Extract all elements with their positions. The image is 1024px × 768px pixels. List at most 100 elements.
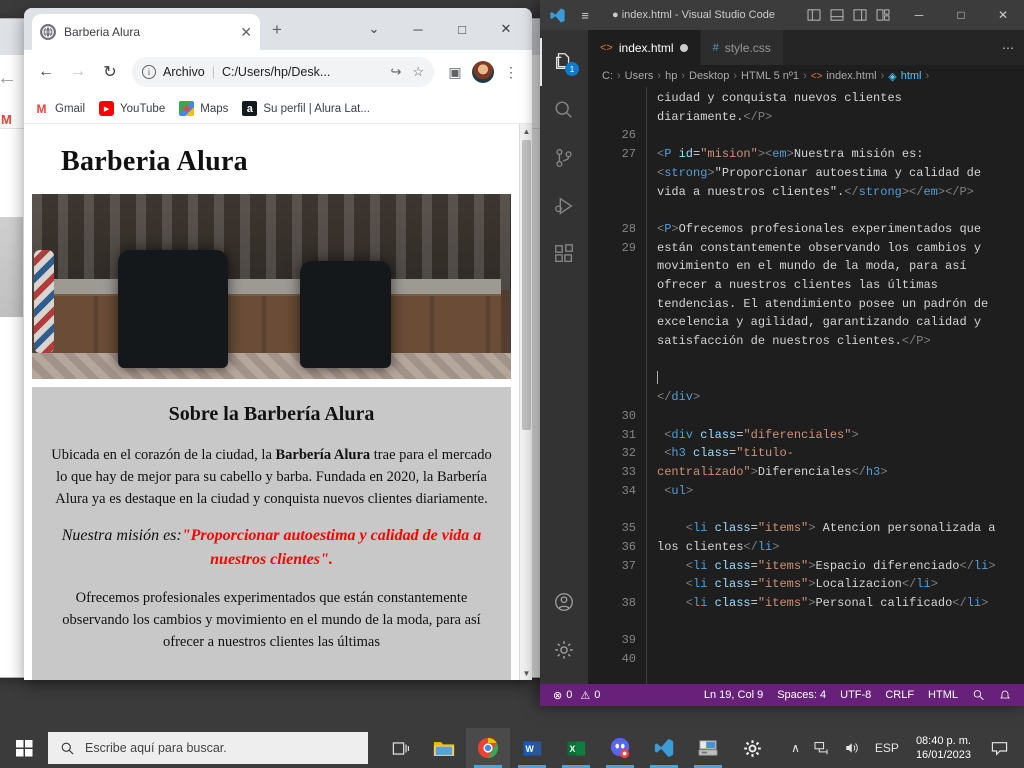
vscode-icon[interactable] [642,728,686,768]
extensions-icon[interactable] [540,230,588,278]
notification-center-icon[interactable] [981,741,1018,756]
page-scrollbar[interactable]: ▲ ▼ [519,124,532,680]
avatar[interactable] [472,61,494,83]
feedback-smiley-icon[interactable] [965,689,992,702]
site-info-icon[interactable]: i [142,65,156,79]
vscode-close-button[interactable]: ✕ [982,0,1024,30]
account-icon[interactable] [540,578,588,626]
breadcrumb-item[interactable]: HTML 5 nº1 [741,70,799,82]
unsaved-dot-icon [679,44,688,52]
globe-icon [40,24,56,40]
panel-left-icon[interactable] [807,9,821,21]
source-control-icon[interactable] [540,134,588,182]
explorer-icon[interactable]: 1 [540,38,588,86]
vscode-minimize-button[interactable]: ─ [898,0,940,30]
scroll-down-arrow-icon[interactable]: ▼ [520,666,532,680]
editor-actions-more-icon[interactable]: ⋯ [992,30,1024,65]
address-bar[interactable]: i Archivo | C:/Users/hp/Desk... ↪ ☆ [132,57,434,87]
vscode-maximize-button[interactable]: □ [940,0,982,30]
search-icon[interactable] [540,86,588,134]
breadcrumb-item[interactable]: Desktop [689,70,729,82]
breadcrumb-item[interactable]: Users [625,70,654,82]
layout-grid-icon[interactable] [876,9,890,21]
side-panel-icon[interactable]: ▣ [442,59,468,85]
line-number [588,575,636,594]
clock[interactable]: 08:40 p. m. 16/01/2023 [906,734,981,762]
line-number: 37 [621,558,636,573]
chevron-up-icon[interactable]: ∧ [784,728,807,768]
line-number [588,257,636,276]
code-content[interactable]: ciudad y conquista nuevos clientes diari… [646,87,1024,684]
word-icon[interactable]: W [510,728,554,768]
language-mode-status[interactable]: HTML [921,689,965,701]
eol-status[interactable]: CRLF [878,689,921,701]
indentation-status[interactable]: Spaces: 4 [770,689,833,701]
bookmark-youtube[interactable]: ▶ YouTube [99,101,165,116]
settings-gear-icon[interactable] [540,626,588,674]
share-icon[interactable]: ↪ [390,64,401,80]
close-button[interactable]: ✕ [484,14,528,44]
tab-close-icon[interactable]: ✕ [240,25,252,39]
clock-time: 08:40 p. m. [915,735,971,747]
settings-gear-icon[interactable] [730,728,774,768]
scroll-up-arrow-icon[interactable]: ▲ [520,124,532,138]
problems-status[interactable]: ⊗ 0 ⚠ 0 [546,689,607,702]
notifications-bell-icon[interactable] [992,689,1018,702]
bookmark-maps[interactable]: ◉ Maps [179,101,228,116]
task-view-icon[interactable] [378,728,422,768]
volume-icon[interactable] [837,728,868,768]
line-number: 38 [621,595,636,610]
run-debug-icon[interactable] [540,182,588,230]
tab-search-chevron-icon[interactable]: ⌄ [352,14,396,44]
breadcrumb-item[interactable]: index.html [826,70,876,82]
line-number [588,164,636,183]
line-number [588,388,636,407]
vscode-body: 1 <> index.html # style.css ⋯ C: › Users… [540,30,1024,684]
language-indicator[interactable]: ESP [868,728,906,768]
excel-icon[interactable]: X [554,728,598,768]
chrome-icon[interactable] [466,728,510,768]
browser-tab-barberia-alura[interactable]: Barberia Alura ✕ [32,14,260,50]
code-editor[interactable]: 26 27 28 29 30 31 32 33 34 35 36 37 38 3… [588,87,1024,684]
system-tray: ∧ ESP 08:40 p. m. 16/01/2023 [784,728,1024,768]
line-number: 33 [621,465,636,480]
chrome-browser-window: Barberia Alura ✕ + ⌄ ─ □ ✕ ← → ↻ i Archi… [24,8,532,680]
scrollbar-thumb[interactable] [522,140,531,430]
file-explorer-icon[interactable] [422,728,466,768]
encoding-status[interactable]: UTF-8 [833,689,878,701]
breadcrumb-item[interactable]: html [901,70,922,82]
search-input[interactable]: Escribe aquí para buscar. [48,732,368,764]
panel-right-icon[interactable] [853,9,867,21]
hamburger-menu-icon[interactable]: ≡ [570,8,600,23]
tab-style-css[interactable]: # style.css [700,30,784,65]
panel-bottom-icon[interactable] [830,9,844,21]
browser-window-controls: ⌄ ─ □ ✕ [352,8,528,50]
maximize-button[interactable]: □ [440,14,484,44]
discord-icon[interactable] [598,728,642,768]
hero-image [32,194,511,379]
line-number: 36 [621,539,636,554]
cursor-position-status[interactable]: Ln 19, Col 9 [697,689,770,701]
rendered-web-page: Barberia Alura Sobre la Barbería Alura U… [24,124,519,680]
editor-tab-bar: <> index.html # style.css ⋯ [588,30,1024,65]
omnibox-scheme-label: Archivo [163,65,205,79]
reload-button[interactable]: ↻ [96,58,124,86]
bookmark-alura[interactable]: a Su perfil | Alura Lat... [242,101,370,116]
hero-chair-right [300,260,392,368]
chrome-menu-icon[interactable]: ⋮ [498,59,524,85]
network-icon[interactable] [807,728,837,768]
scanner-icon[interactable] [686,728,730,768]
tab-index-html[interactable]: <> index.html [588,30,701,65]
bookmark-star-icon[interactable]: ☆ [412,64,424,80]
hero-counter [41,279,502,294]
hero-wall [32,194,511,291]
windows-logo-icon[interactable] [0,728,48,768]
forward-button[interactable]: → [64,58,92,86]
breadcrumb-item[interactable]: hp [665,70,677,82]
breadcrumb-item[interactable]: C: [602,70,613,82]
new-tab-button[interactable]: + [272,21,282,38]
minimize-button[interactable]: ─ [396,14,440,44]
bookmark-gmail[interactable]: M Gmail [34,101,86,116]
svg-text:W: W [525,744,534,754]
back-button[interactable]: ← [32,58,60,86]
